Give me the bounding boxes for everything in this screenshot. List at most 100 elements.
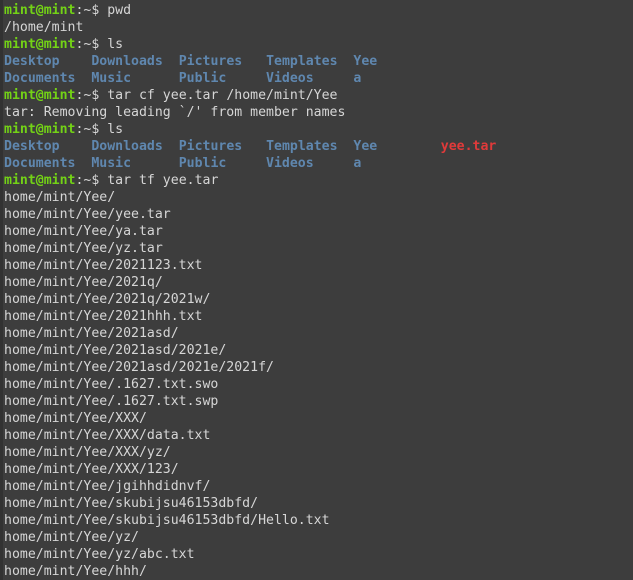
pwd-output: /home/mint bbox=[4, 19, 633, 36]
ls-gap bbox=[361, 71, 440, 86]
ls-gap bbox=[338, 139, 354, 154]
prompt-symbol: :~$ bbox=[75, 173, 108, 188]
ls-gap bbox=[338, 54, 354, 69]
tar-entry: home/mint/Yee/.1627.txt.swo bbox=[4, 376, 633, 393]
ls-gap bbox=[131, 156, 179, 171]
tar-entry: home/mint/Yee/2021q/2021w/ bbox=[4, 291, 633, 308]
output-text: home/mint/Yee/.1627.txt.swo bbox=[4, 377, 219, 392]
tar-entry: home/mint/Yee/hhh/ bbox=[4, 563, 633, 580]
ls-gap bbox=[496, 139, 528, 154]
ls-entry-Documents[interactable]: Documents bbox=[4, 156, 75, 171]
prompt-user: mint@mint bbox=[4, 37, 76, 52]
ls-entry-Downloads[interactable]: Downloads bbox=[91, 139, 162, 154]
tar-entry: home/mint/Yee/XXX/data.txt bbox=[4, 427, 633, 444]
ls-gap bbox=[60, 54, 92, 69]
ls-entry-Desktop[interactable]: Desktop bbox=[4, 139, 60, 154]
ls-entry-Pictures[interactable]: Pictures bbox=[179, 54, 243, 69]
command-pwd: pwd bbox=[107, 3, 132, 18]
output-text: home/mint/Yee/yz/abc.txt bbox=[4, 547, 195, 562]
ls-entry-Yee[interactable]: Yee bbox=[353, 139, 377, 154]
tar-entry: home/mint/Yee/ bbox=[4, 189, 633, 206]
ls-entry-Videos[interactable]: Videos bbox=[266, 156, 314, 171]
tar-entry: home/mint/Yee/2021q/ bbox=[4, 274, 633, 291]
ls-entry-Public[interactable]: Public bbox=[179, 71, 227, 86]
prompt-user: mint@mint bbox=[4, 122, 76, 137]
ls-entry-Pictures[interactable]: Pictures bbox=[179, 139, 243, 154]
tar-entry: home/mint/Yee/yee.tar bbox=[4, 206, 633, 223]
command-tar-create: tar cf yee.tar /home/mint/Yee bbox=[107, 88, 338, 103]
tar-entry: home/mint/Yee/2021asd/2021e/ bbox=[4, 342, 633, 359]
output-text: /home/mint bbox=[4, 20, 84, 35]
ls-row: Desktop Downloads Pictures Templates Yee bbox=[4, 53, 633, 70]
ls-entry-Public[interactable]: Public bbox=[179, 156, 227, 171]
prompt-line: mint@mint:~$ tar tf yee.tar bbox=[4, 172, 633, 189]
tar-entry: home/mint/Yee/2021asd/2021e/2021f/ bbox=[4, 359, 633, 376]
prompt-symbol: :~$ bbox=[75, 37, 108, 52]
output-text: home/mint/Yee/2021asd/ bbox=[4, 326, 179, 341]
prompt-symbol: :~$ bbox=[75, 88, 108, 103]
ls-row: Documents Music Public Videos a bbox=[4, 70, 633, 87]
command-ls-second: ls bbox=[107, 122, 124, 137]
ls-gap bbox=[131, 71, 179, 86]
ls-gap bbox=[314, 71, 354, 86]
ls-gap bbox=[75, 156, 91, 171]
ls-entry-Desktop[interactable]: Desktop bbox=[4, 54, 60, 69]
tar-entry: home/mint/Yee/yz/ bbox=[4, 529, 633, 546]
output-text: home/mint/Yee/skubijsu46153dbfd/Hello.tx… bbox=[4, 513, 330, 528]
terminal-left-edge bbox=[0, 0, 3, 580]
prompt-line: mint@mint:~$ ls bbox=[4, 36, 633, 53]
tar-entry: home/mint/Yee/.1627.txt.swp bbox=[4, 393, 633, 410]
ls-row: Documents Music Public Videos a bbox=[4, 155, 633, 172]
output-text: home/mint/Yee/skubijsu46153dbfd/ bbox=[4, 496, 259, 511]
ls-entry-Music[interactable]: Music bbox=[91, 71, 131, 86]
tar-entry: home/mint/Yee/XXX/yz/ bbox=[4, 444, 633, 461]
prompt-symbol: :~$ bbox=[75, 3, 108, 18]
output-text: home/mint/Yee/2021q/ bbox=[4, 275, 163, 290]
ls-entry-Documents[interactable]: Documents bbox=[4, 71, 75, 86]
prompt-symbol: :~$ bbox=[75, 122, 108, 137]
output-text: home/mint/Yee/.1627.txt.swp bbox=[4, 394, 219, 409]
prompt-line: mint@mint:~$ ls bbox=[4, 121, 633, 138]
output-text: tar: Removing leading `/' from member na… bbox=[4, 105, 346, 120]
output-text: home/mint/Yee/yz/ bbox=[4, 530, 139, 545]
output-text: home/mint/Yee/2021hhh.txt bbox=[4, 309, 203, 324]
ls-gap bbox=[361, 156, 440, 171]
tar-entry: home/mint/Yee/jgihhdidnvf/ bbox=[4, 478, 633, 495]
ls-entry-Downloads[interactable]: Downloads bbox=[91, 54, 162, 69]
ls-entry-Yee[interactable]: Yee bbox=[353, 54, 377, 69]
ls-gap bbox=[242, 54, 266, 69]
tar-entry: home/mint/Yee/2021asd/ bbox=[4, 325, 633, 342]
ls-gap bbox=[377, 139, 441, 154]
ls-gap bbox=[75, 71, 91, 86]
output-text: home/mint/Yee/yz.tar bbox=[4, 241, 163, 256]
ls-gap bbox=[314, 156, 354, 171]
prompt-line: mint@mint:~$ pwd bbox=[4, 2, 633, 19]
output-text: home/mint/Yee/jgihhdidnvf/ bbox=[4, 479, 211, 494]
ls-entry-Templates[interactable]: Templates bbox=[266, 139, 337, 154]
tar-entry: home/mint/Yee/XXX/ bbox=[4, 410, 633, 427]
terminal-screen[interactable]: mint@mint:~$ pwd/home/mint mint@mint:~$ l… bbox=[0, 2, 633, 580]
ls-gap bbox=[163, 139, 179, 154]
output-text: home/mint/Yee/2021asd/2021e/2021f/ bbox=[4, 360, 274, 375]
command-tar-list: tar tf yee.tar bbox=[107, 173, 219, 188]
tar-entry: home/mint/Yee/yz/abc.txt bbox=[4, 546, 633, 563]
ls-gap bbox=[163, 54, 179, 69]
output-text: home/mint/Yee/hhh/ bbox=[4, 564, 147, 579]
ls-entry-Templates[interactable]: Templates bbox=[266, 54, 337, 69]
tar-entry: home/mint/Yee/skubijsu46153dbfd/Hello.tx… bbox=[4, 512, 633, 529]
ls-entry-yee.tar[interactable]: yee.tar bbox=[441, 139, 497, 154]
output-text: home/mint/Yee/2021q/2021w/ bbox=[4, 292, 211, 307]
tar-entry: home/mint/Yee/2021hhh.txt bbox=[4, 308, 633, 325]
output-text: home/mint/Yee/XXX/yz/ bbox=[4, 445, 171, 460]
ls-gap bbox=[226, 71, 266, 86]
output-text: home/mint/Yee/2021123.txt bbox=[4, 258, 203, 273]
terminal-window[interactable]: mint@mint:~$ pwd/home/mint mint@mint:~$ l… bbox=[0, 0, 633, 580]
ls-entry-Music[interactable]: Music bbox=[91, 156, 131, 171]
prompt-user: mint@mint bbox=[4, 88, 76, 103]
tar-warning: tar: Removing leading `/' from member na… bbox=[4, 104, 633, 121]
prompt-user: mint@mint bbox=[4, 173, 76, 188]
output-text: home/mint/Yee/ya.tar bbox=[4, 224, 163, 239]
output-text: home/mint/Yee/XXX/123/ bbox=[4, 462, 179, 477]
tar-entry: home/mint/Yee/yz.tar bbox=[4, 240, 633, 257]
ls-entry-Videos[interactable]: Videos bbox=[266, 71, 314, 86]
